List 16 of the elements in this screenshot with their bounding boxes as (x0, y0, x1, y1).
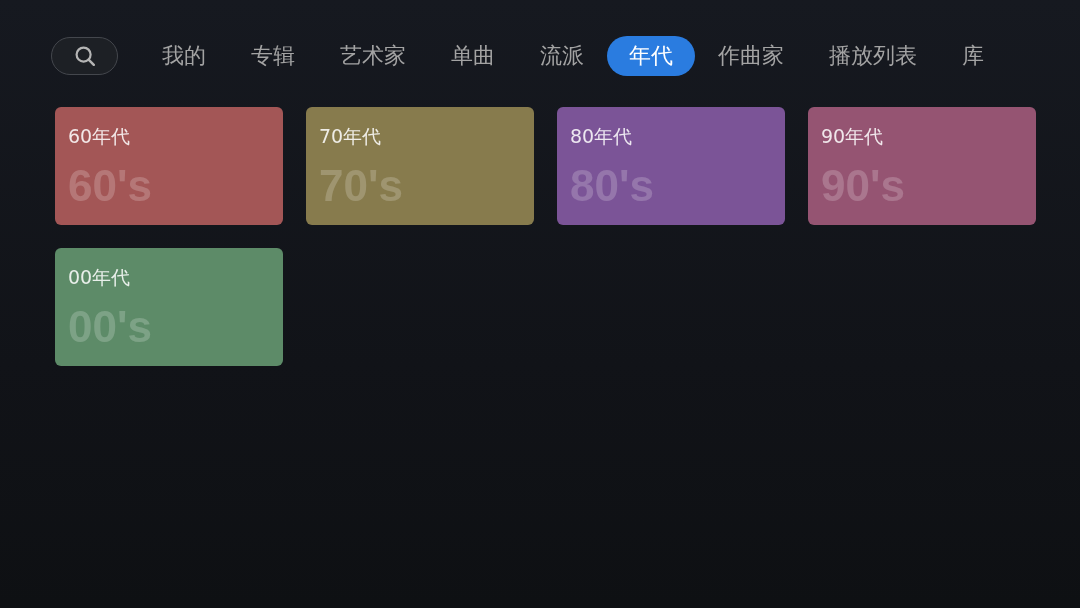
nav-tab[interactable]: 播放列表 (807, 36, 939, 76)
nav-tab[interactable]: 库 (940, 36, 1006, 76)
card-title: 60年代 (68, 125, 131, 147)
search-icon (74, 46, 95, 66)
nav-tab[interactable]: 单曲 (429, 36, 517, 76)
card-title: 70年代 (319, 125, 382, 147)
card-title: 90年代 (821, 125, 884, 147)
nav-tab[interactable]: 流派 (518, 36, 606, 76)
search-button[interactable] (51, 37, 118, 75)
nav-tab[interactable]: 专辑 (229, 36, 317, 76)
nav-tab[interactable]: 作曲家 (696, 36, 806, 76)
card-title: 00年代 (68, 266, 131, 288)
nav-tab[interactable]: 我的 (140, 36, 228, 76)
card-title: 80年代 (570, 125, 633, 147)
nav-tab[interactable]: 年代 (607, 36, 695, 76)
nav-tab[interactable]: 艺术家 (318, 36, 428, 76)
